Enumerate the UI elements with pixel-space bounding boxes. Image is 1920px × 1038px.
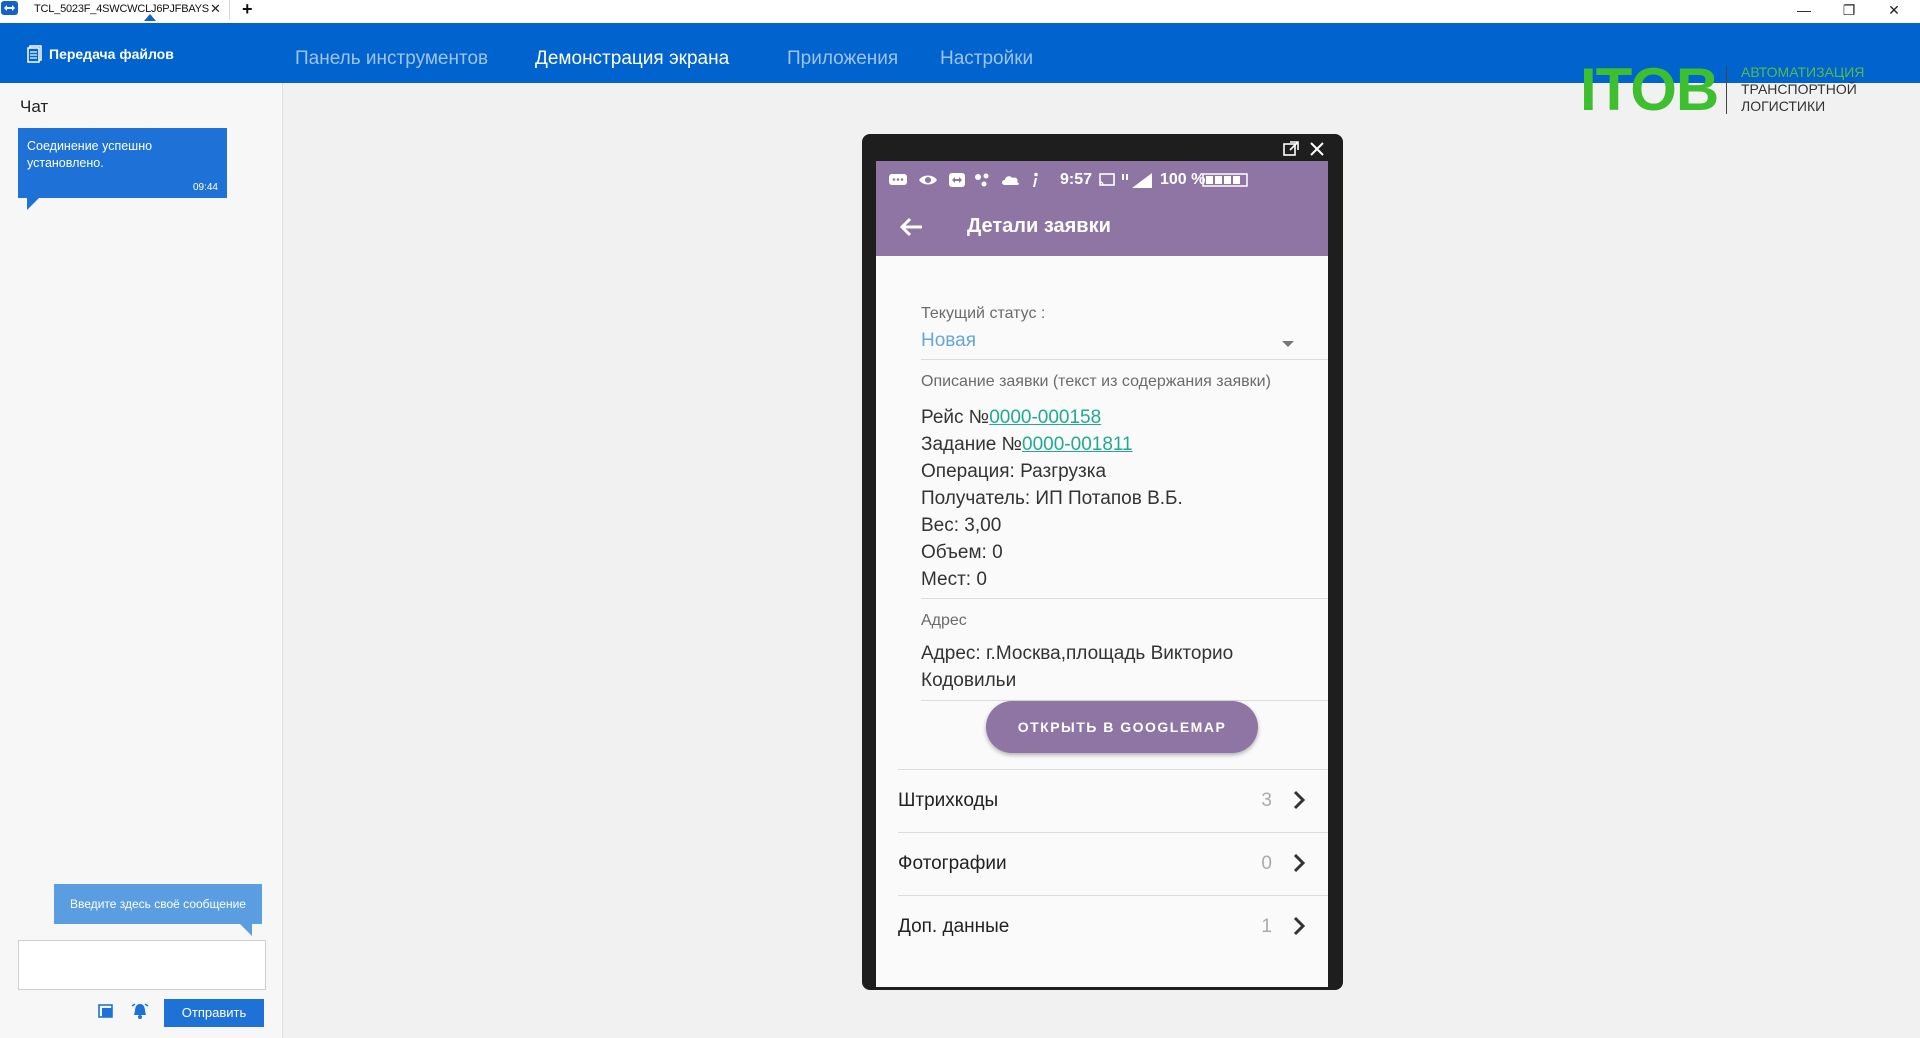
- address-label: Адрес: [921, 612, 967, 629]
- task-line: Задание №0000-001811: [921, 434, 1133, 456]
- weight-line: Вес: 3,00: [921, 515, 1002, 536]
- file-attach-icon[interactable]: [96, 1001, 116, 1021]
- task-number-link[interactable]: 0000-001811: [1022, 434, 1133, 455]
- address-line-2: Кодовильи: [921, 670, 1017, 691]
- tab-screen-share[interactable]: Демонстрация экрана: [535, 48, 729, 70]
- chat-panel: Чат Соединение успешно установлено. 09:4…: [0, 83, 283, 1038]
- hint-bubble-tail: [240, 924, 252, 936]
- cloud-icon: [1002, 176, 1019, 185]
- chat-message-input[interactable]: [18, 940, 266, 990]
- list-item-label: Доп. данные: [898, 916, 1010, 937]
- teamviewer-status-icon: [949, 173, 965, 187]
- popout-icon[interactable]: [1282, 140, 1300, 158]
- brand-tagline-line3: ЛОГИСТИКИ: [1741, 98, 1826, 114]
- session-tab-label: TCL_5023F_4SWCWCLJ6PJFBAYS: [34, 3, 209, 15]
- brand-separator: [1726, 66, 1727, 114]
- trip-line: Рейс №0000-000158: [921, 407, 1101, 429]
- chat-message-time: 09:44: [192, 182, 218, 193]
- dropdown-arrow-icon[interactable]: [1282, 341, 1294, 347]
- chat-input-hint: Введите здесь своё сообщение: [54, 884, 262, 924]
- list-item-count: 1: [1261, 916, 1272, 937]
- brand-name: ITOB: [1580, 56, 1719, 123]
- chat-title: Чат: [20, 97, 49, 116]
- message-notification-icon: [889, 174, 907, 185]
- brand-tagline-line2: ТРАНСПОРТНОЙ: [1741, 81, 1857, 97]
- android-status-bar: 9:57 100 %: [876, 161, 1328, 199]
- divider: [921, 359, 1328, 360]
- itob-logo: ITOB АВТОМАТИЗАЦИЯ ТРАНСПОРТНОЙ ЛОГИСТИК…: [1580, 40, 1920, 120]
- battery-percent: 100 %: [1160, 171, 1206, 188]
- brand-tagline-line1: АВТОМАТИЗАЦИЯ: [1741, 64, 1865, 80]
- eye-icon: [919, 175, 937, 185]
- list-item-barcodes[interactable]: Штрихкоды 3: [898, 770, 1328, 832]
- back-arrow-icon[interactable]: [898, 215, 924, 239]
- list-item-count: 0: [1261, 853, 1272, 874]
- status-dropdown-value[interactable]: Новая: [921, 330, 976, 352]
- chat-bubble-tail: [27, 198, 39, 210]
- divider: [921, 598, 1328, 599]
- trip-number-link[interactable]: 0000-000158: [989, 407, 1101, 428]
- chevron-right-icon: [1293, 790, 1306, 810]
- screen-title: Детали заявки: [967, 215, 1111, 237]
- list-item-photos[interactable]: Фотографии 0: [898, 833, 1328, 895]
- battery-icon: [1202, 173, 1248, 187]
- chat-message-text: Соединение успешно установлено.: [27, 139, 153, 170]
- recipient-line: Получатель: ИП Потапов В.Б.: [921, 488, 1183, 509]
- chat-message: Соединение успешно установлено. 09:44: [18, 128, 227, 210]
- window-close-icon[interactable]: ✕: [1874, 0, 1914, 20]
- chevron-right-icon: [1293, 853, 1306, 873]
- address-line-1: Адрес: г.Москва,площадь Викторио: [921, 643, 1234, 664]
- info-icon: [1033, 172, 1038, 187]
- tab-close-icon[interactable]: ✕: [210, 1, 221, 17]
- description-label: Описание заявки (текст из содержания зая…: [921, 373, 1271, 390]
- file-transfer-icon: [27, 45, 42, 63]
- file-transfer-label: Передача файлов: [49, 46, 174, 62]
- remote-device-frame: 9:57 100 % Детали заявки Текущий статус: [862, 134, 1343, 990]
- list-item-extra-data[interactable]: Доп. данные 1: [898, 896, 1328, 958]
- brand-tagline: АВТОМАТИЗАЦИЯ ТРАНСПОРТНОЙ ЛОГИСТИКИ: [1741, 64, 1864, 115]
- tab-settings[interactable]: Настройки: [940, 48, 1033, 70]
- device-screen: 9:57 100 % Детали заявки Текущий статус: [876, 161, 1328, 987]
- tab-active-indicator: [144, 14, 156, 21]
- volume-line: Объем: 0: [921, 542, 1003, 563]
- close-remote-icon[interactable]: [1308, 140, 1326, 158]
- app-bar: Детали заявки: [876, 199, 1328, 256]
- status-time: 9:57: [1060, 171, 1093, 188]
- file-transfer-button[interactable]: Передача файлов: [27, 45, 174, 63]
- tab-toolbar-panel[interactable]: Панель инструментов: [295, 48, 488, 70]
- minimize-icon[interactable]: —: [1784, 0, 1824, 20]
- signal-icon: [1122, 173, 1152, 188]
- trip-prefix: Рейс №: [921, 407, 990, 428]
- alarm-bell-icon[interactable]: [130, 1001, 150, 1021]
- cast-icon: [1099, 173, 1115, 186]
- add-tab-icon[interactable]: +: [242, 0, 253, 20]
- session-tab[interactable]: TCL_5023F_4SWCWCLJ6PJFBAYS ✕: [24, 0, 230, 21]
- task-prefix: Задание №: [921, 434, 1023, 455]
- list-item-label: Штрихкоды: [898, 790, 999, 811]
- restore-icon[interactable]: ❐: [1829, 0, 1869, 20]
- status-label: Текущий статус :: [921, 305, 1046, 322]
- teamviewer-icon: [1, 1, 18, 15]
- list-item-count: 3: [1261, 790, 1272, 811]
- open-google-map-button[interactable]: ОТКРЫТЬ В GOOGLEMAP: [986, 701, 1258, 753]
- places-line: Мест: 0: [921, 569, 987, 590]
- share-dots-icon: [975, 173, 989, 187]
- tab-applications[interactable]: Приложения: [787, 48, 898, 70]
- list-item-label: Фотографии: [898, 853, 1007, 874]
- operation-line: Операция: Разгрузка: [921, 461, 1107, 482]
- chevron-right-icon: [1293, 916, 1306, 936]
- title-bar: TCL_5023F_4SWCWCLJ6PJFBAYS ✕ + — ❐ ✕: [0, 0, 1920, 23]
- send-button[interactable]: Отправить: [164, 999, 264, 1027]
